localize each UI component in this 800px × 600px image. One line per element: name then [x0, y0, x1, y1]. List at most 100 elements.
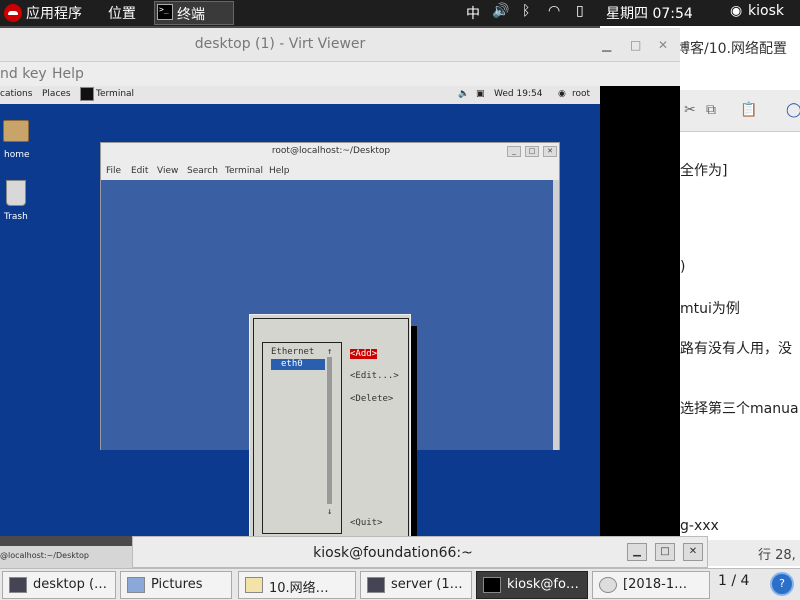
menu-file[interactable]: File	[106, 166, 121, 176]
menu-terminal[interactable]: Terminal	[225, 166, 263, 176]
guest-places-menu[interactable]: Places	[42, 89, 71, 99]
guest-close-button[interactable]: ✕	[543, 146, 557, 157]
kiosk-terminal-titlebar[interactable]: kiosk@foundation66:~ ▁ □ ✕	[132, 536, 708, 568]
trash-icon[interactable]	[6, 180, 26, 206]
user-icon: ◉	[730, 3, 743, 19]
task-label: 10.网络…	[269, 581, 329, 596]
menu-help[interactable]: Help	[269, 166, 290, 176]
virt-viewer-icon	[367, 577, 385, 593]
search-icon[interactable]: ◯	[786, 102, 800, 118]
battery-icon[interactable]: ▯	[576, 3, 584, 19]
task-label: server (1…	[391, 577, 463, 592]
nmtui-dialog: Ethernet eth0 ↑ ↓ <Add> <Edit...> <Delet…	[249, 314, 411, 536]
volume-icon[interactable]: 🔊	[492, 3, 509, 19]
guest-terminal-window: root@localhost:~/Desktop _ □ ✕ File Edit…	[100, 142, 561, 536]
magnifier-icon	[599, 577, 617, 593]
guest-terminal-title: root@localhost:~/Desktop	[271, 146, 391, 156]
task-kiosk-terminal[interactable]: kiosk@fo…	[476, 571, 588, 599]
workspace-indicator-icon[interactable]: ?	[770, 572, 794, 596]
host-user-menu[interactable]: kiosk	[748, 3, 784, 19]
scroll-up-arrow[interactable]: ↑	[327, 347, 332, 357]
workspace-pager[interactable]: 1 / 4	[718, 573, 749, 589]
edit-button[interactable]: <Edit...>	[350, 371, 399, 381]
doc-line: 路有没有人用，没	[680, 341, 792, 357]
maximize-button[interactable]: □	[630, 38, 641, 52]
guest-terminal-task[interactable]: Terminal	[96, 89, 134, 99]
guest-volume-icon[interactable]: 🔈	[458, 89, 469, 99]
menu-search[interactable]: Search	[187, 166, 218, 176]
guest-user-icon: ◉	[558, 89, 566, 99]
list-item-eth0[interactable]: eth0	[271, 359, 325, 370]
host-top-panel: 应用程序 位置 >_ 终端 中 🔊 ᛒ ◠ ▯ 星期四 07:54 ◉ kios…	[0, 0, 800, 26]
cut-icon[interactable]: ✂	[684, 102, 696, 118]
task-server[interactable]: server (1…	[360, 571, 472, 599]
doc-line: 全作为]	[680, 163, 728, 179]
guest-maximize-button[interactable]: □	[525, 146, 539, 157]
doc-line: mtui为例	[680, 301, 740, 317]
wifi-icon[interactable]: ◠	[548, 3, 560, 19]
copy-icon[interactable]: ⧉	[706, 102, 716, 118]
guest-clock[interactable]: Wed 19:54	[494, 89, 542, 99]
connection-list[interactable]: Ethernet eth0 ↑ ↓	[262, 342, 342, 534]
task-desktop[interactable]: desktop (…	[2, 571, 116, 599]
guest-minimize-button[interactable]: _	[507, 146, 521, 157]
menu-help[interactable]: Help	[52, 66, 84, 82]
host-terminal-task[interactable]: >_ 终端	[154, 1, 234, 25]
trash-icon-label: Trash	[4, 212, 28, 222]
background-doc-title: 博客/10.网络配置	[676, 41, 787, 57]
guest-network-icon[interactable]: ▣	[476, 89, 485, 99]
guest-applications-menu[interactable]: cations	[0, 89, 32, 99]
host-places-menu[interactable]: 位置	[108, 3, 136, 23]
doc-line-position: 行 28,	[758, 548, 796, 563]
kiosk-maximize-button[interactable]: □	[655, 543, 675, 561]
task-doc[interactable]: 10.网络…	[238, 571, 356, 599]
guest-top-panel: cations Places Terminal 🔈 ▣ Wed 19:54 ◉ …	[0, 86, 600, 104]
input-method-indicator[interactable]: 中	[466, 3, 480, 23]
doc-line: 选择第三个manua	[680, 401, 799, 417]
home-icon-label: home	[4, 150, 30, 160]
minimize-button[interactable]: ▁	[602, 38, 611, 52]
task-pictures[interactable]: Pictures	[120, 571, 232, 599]
guest-bottom-strip: @localhost:~/Desktop	[0, 546, 132, 568]
delete-button[interactable]: <Delete>	[350, 394, 393, 404]
doc-line: )	[680, 259, 686, 275]
task-label: desktop (…	[33, 577, 108, 592]
host-clock[interactable]: 星期四 07:54	[606, 3, 693, 23]
virt-viewer-menubar: nd key Help	[0, 62, 680, 86]
virt-viewer-icon	[9, 577, 27, 593]
paste-icon[interactable]: 📋	[740, 102, 757, 118]
guest-user-menu[interactable]: root	[572, 89, 590, 99]
terminal-icon	[80, 87, 94, 101]
terminal-icon: >_	[157, 4, 173, 20]
menu-view[interactable]: View	[157, 166, 178, 176]
close-button[interactable]: ✕	[658, 38, 668, 52]
guest-display[interactable]: cations Places Terminal 🔈 ▣ Wed 19:54 ◉ …	[0, 86, 600, 536]
add-button[interactable]: <Add>	[350, 349, 378, 359]
virt-viewer-title: desktop (1) - Virt Viewer	[194, 36, 366, 52]
quit-button[interactable]: <Quit>	[350, 518, 383, 528]
doc-line: g-xxx	[680, 518, 719, 534]
kiosk-minimize-button[interactable]: ▁	[627, 543, 647, 561]
terminal-content[interactable]: Ethernet eth0 ↑ ↓ <Add> <Edit...> <Delet…	[101, 180, 553, 536]
task-screenshot[interactable]: [2018-1…	[592, 571, 710, 599]
task-label: kiosk@fo…	[507, 577, 579, 592]
background-doc-toolbar: ✂ ⧉ 📋 ◯	[680, 90, 800, 132]
kiosk-terminal-title: kiosk@foundation66:~	[313, 545, 473, 561]
scroll-down-arrow[interactable]: ↓	[327, 507, 332, 517]
guest-terminal-scrollbar[interactable]	[553, 180, 559, 450]
terminal-icon	[483, 577, 501, 593]
host-apps-menu[interactable]: 应用程序	[26, 3, 82, 23]
kiosk-close-button[interactable]: ✕	[683, 543, 703, 561]
guest-window-list-item[interactable]: @localhost:~/Desktop	[0, 551, 89, 560]
menu-edit[interactable]: Edit	[131, 166, 148, 176]
host-terminal-task-label: 终端	[177, 7, 205, 23]
list-scrollbar[interactable]	[327, 357, 332, 504]
home-folder-icon[interactable]	[3, 120, 29, 142]
guest-terminal-menubar: File Edit View Search Terminal Help	[101, 163, 561, 179]
task-label: Pictures	[151, 577, 203, 592]
menu-send-key[interactable]: nd key	[0, 66, 47, 82]
redhat-logo-icon[interactable]	[4, 4, 22, 22]
folder-icon	[127, 577, 145, 593]
bluetooth-icon[interactable]: ᛒ	[522, 3, 530, 19]
black-region	[600, 86, 680, 536]
